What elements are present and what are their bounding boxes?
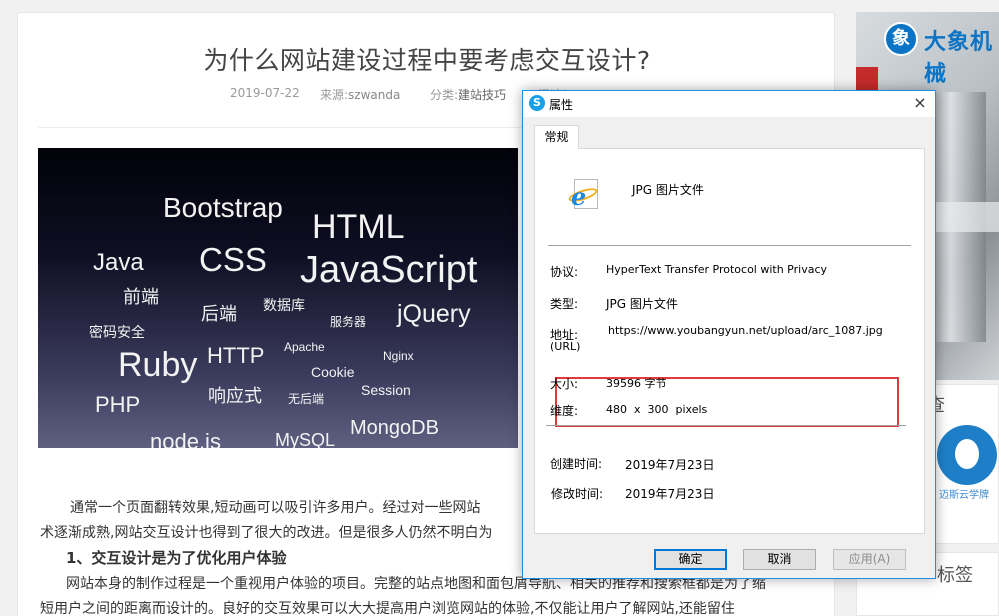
image-word: Bootstrap xyxy=(163,192,283,223)
article-paragraph: 短用户之间的距离而设计的。良好的交互效果可以大大提高用户浏览网站的体验,不仅能让… xyxy=(40,601,735,616)
file-type-name: JPG 图片文件 xyxy=(632,183,704,197)
tab-panel-general: e JPG 图片文件 协议: HyperText Transfer Protoc… xyxy=(534,148,925,534)
dialog-title: 属性 xyxy=(549,98,574,112)
brand-logo-icon: 象 xyxy=(884,22,918,56)
image-word: Cookie xyxy=(311,364,355,380)
image-word: 后端 xyxy=(201,304,237,324)
source-label: 来源: xyxy=(320,88,349,102)
dimensions-label: 维度: xyxy=(550,404,579,418)
address-value[interactable]: https://www.youbangyun.net/upload/arc_10… xyxy=(608,324,883,337)
article-title: 为什么网站建设过程中要考虑交互设计? xyxy=(203,46,651,75)
dialog-titlebar[interactable]: S 属性 × xyxy=(523,91,935,117)
image-word: Session xyxy=(361,382,411,398)
separator xyxy=(548,245,911,246)
article-hero-image: Bootstrap HTML Java CSS JavaScript 前端 数据… xyxy=(38,148,518,448)
partner-caption: 迈斯云学牌 xyxy=(939,490,989,501)
size-value: 39596 字节 xyxy=(606,377,667,390)
type-label: 类型: xyxy=(550,297,579,311)
dimensions-value: 480 x 300 pixels xyxy=(606,403,708,416)
partner-logo-icon[interactable] xyxy=(937,425,997,485)
image-word: 无后端 xyxy=(288,392,325,406)
category-link[interactable]: 建站技巧 xyxy=(458,88,506,102)
category-label: 分类: xyxy=(430,88,459,102)
image-word: Nginx xyxy=(383,349,414,363)
modified-value: 2019年7月23日 xyxy=(625,487,715,501)
created-label: 创建时间: xyxy=(550,457,603,471)
size-label: 大小: xyxy=(550,377,579,391)
ie-file-icon: e xyxy=(567,177,602,211)
image-word: Java xyxy=(93,249,144,276)
protocol-label: 协议: xyxy=(550,265,579,279)
image-word: Apache xyxy=(284,340,325,354)
modified-label: 修改时间: xyxy=(551,487,604,501)
tab-general[interactable]: 常规 xyxy=(534,125,579,149)
protocol-value: HyperText Transfer Protocol with Privacy xyxy=(606,263,828,276)
image-word: HTML xyxy=(312,208,405,246)
ok-button[interactable]: 确定 xyxy=(654,549,727,570)
image-word: HTTP xyxy=(207,343,265,368)
image-word: JavaScript xyxy=(300,249,478,291)
browser-app-icon: S xyxy=(529,95,545,111)
article-date: 2019-07-22 xyxy=(230,86,300,100)
image-word: 数据库 xyxy=(263,297,305,313)
cancel-button[interactable]: 取消 xyxy=(743,549,816,570)
image-word: 前端 xyxy=(123,287,159,307)
article-category: 分类:建站技巧 xyxy=(430,86,506,103)
article-paragraph: 术逐渐成熟,网站交互设计也得到了很大的改进。但是很多人仍然不明白为 xyxy=(40,525,493,541)
created-value: 2019年7月23日 xyxy=(625,458,715,472)
type-value: JPG 图片文件 xyxy=(606,297,678,311)
article-paragraph: 通常一个页面翻转效果,短动画可以吸引许多用户。经过对一些网站 xyxy=(70,500,481,516)
image-word: 响应式 xyxy=(208,386,262,406)
source-value: szwanda xyxy=(348,88,401,102)
address-sub-label: (URL) xyxy=(550,340,581,353)
image-word: 服务器 xyxy=(330,315,367,329)
article-subheading: 1、交互设计是为了优化用户体验 xyxy=(66,549,287,567)
article-source: 来源:szwanda xyxy=(320,86,400,103)
image-word: jQuery xyxy=(397,300,471,328)
image-word: PHP xyxy=(95,392,141,417)
close-button[interactable]: × xyxy=(905,91,935,117)
ad-brand-name: 大象机械 xyxy=(924,30,994,87)
apply-button[interactable]: 应用(A) xyxy=(833,549,906,570)
image-word: node.is xyxy=(150,429,221,449)
properties-dialog: S 属性 × 常规 e JPG 图片文件 协议: HyperText Trans… xyxy=(522,90,936,579)
image-word: MongoDB xyxy=(350,417,439,439)
image-word: MySQL xyxy=(275,430,336,448)
image-word: CSS xyxy=(199,241,267,278)
image-word: 密码安全 xyxy=(89,324,145,340)
image-word: Ruby xyxy=(118,346,198,384)
separator xyxy=(546,425,906,426)
